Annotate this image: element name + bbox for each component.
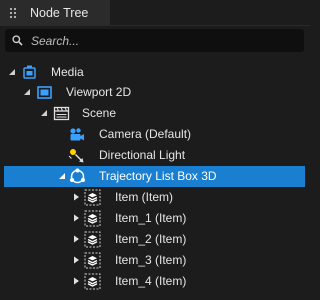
expand-arrow-icon[interactable] — [71, 255, 81, 265]
tree-label: Scene — [82, 106, 117, 120]
collapse-arrow-icon[interactable] — [7, 67, 17, 77]
item-icon — [84, 210, 101, 227]
scene-icon — [53, 106, 70, 121]
panel-drag-handle-icon[interactable] — [8, 7, 20, 19]
node-tree-panel: Node Tree Media Viewport 2D — [0, 0, 310, 300]
search-icon — [12, 35, 23, 46]
item-icon — [84, 231, 101, 248]
collapse-arrow-icon[interactable] — [39, 108, 49, 118]
tree-row-media[interactable]: Media — [0, 62, 310, 83]
expand-arrow-icon[interactable] — [71, 213, 81, 223]
item-icon — [84, 189, 101, 206]
directional-light-icon — [68, 149, 84, 163]
viewport-icon — [37, 86, 52, 99]
tree-label: Viewport 2D — [66, 85, 132, 99]
tree-label: Camera (Default) — [99, 127, 192, 141]
item-icon — [84, 273, 101, 290]
tab-node-tree[interactable]: Node Tree — [0, 0, 110, 26]
tree-row-item[interactable]: Item (Item) — [0, 187, 310, 208]
item-icon — [84, 252, 101, 269]
expand-arrow-icon[interactable] — [71, 276, 81, 286]
tree-label: Directional Light — [99, 148, 186, 162]
tree-label: Item_1 (Item) — [115, 211, 187, 225]
tree-row-viewport-2d[interactable]: Viewport 2D — [0, 82, 310, 103]
collapse-arrow-icon[interactable] — [57, 171, 67, 181]
tree-row-trajectory-list-box-3d[interactable]: Trajectory List Box 3D — [4, 166, 305, 187]
tree-row-camera[interactable]: Camera (Default) — [0, 124, 310, 145]
search-box[interactable] — [5, 29, 304, 52]
tree-row-item[interactable]: Item_1 (Item) — [0, 208, 310, 229]
tree-label: Item_4 (Item) — [115, 274, 187, 288]
search-input[interactable] — [31, 31, 291, 50]
tree-label: Item (Item) — [115, 190, 174, 204]
tree-row-item[interactable]: Item_2 (Item) — [0, 229, 310, 250]
collapse-arrow-icon[interactable] — [22, 87, 32, 97]
tree-label: Item_3 (Item) — [115, 253, 187, 267]
tree-row-item[interactable]: Item_3 (Item) — [0, 250, 310, 271]
tab-bar: Node Tree — [0, 0, 310, 26]
trajectory-list-box-icon — [70, 168, 85, 184]
expand-arrow-icon[interactable] — [71, 234, 81, 244]
tab-label: Node Tree — [30, 6, 89, 20]
tree-label: Media — [51, 65, 84, 79]
expand-arrow-icon[interactable] — [71, 192, 81, 202]
tree-row-item[interactable]: Item_4 (Item) — [0, 271, 310, 292]
tree-row-scene[interactable]: Scene — [0, 103, 310, 124]
media-icon — [23, 65, 36, 79]
camera-icon — [70, 128, 84, 141]
tree-label: Trajectory List Box 3D — [99, 169, 217, 183]
tree-row-directional-light[interactable]: Directional Light — [0, 145, 310, 166]
tree-label: Item_2 (Item) — [115, 232, 187, 246]
